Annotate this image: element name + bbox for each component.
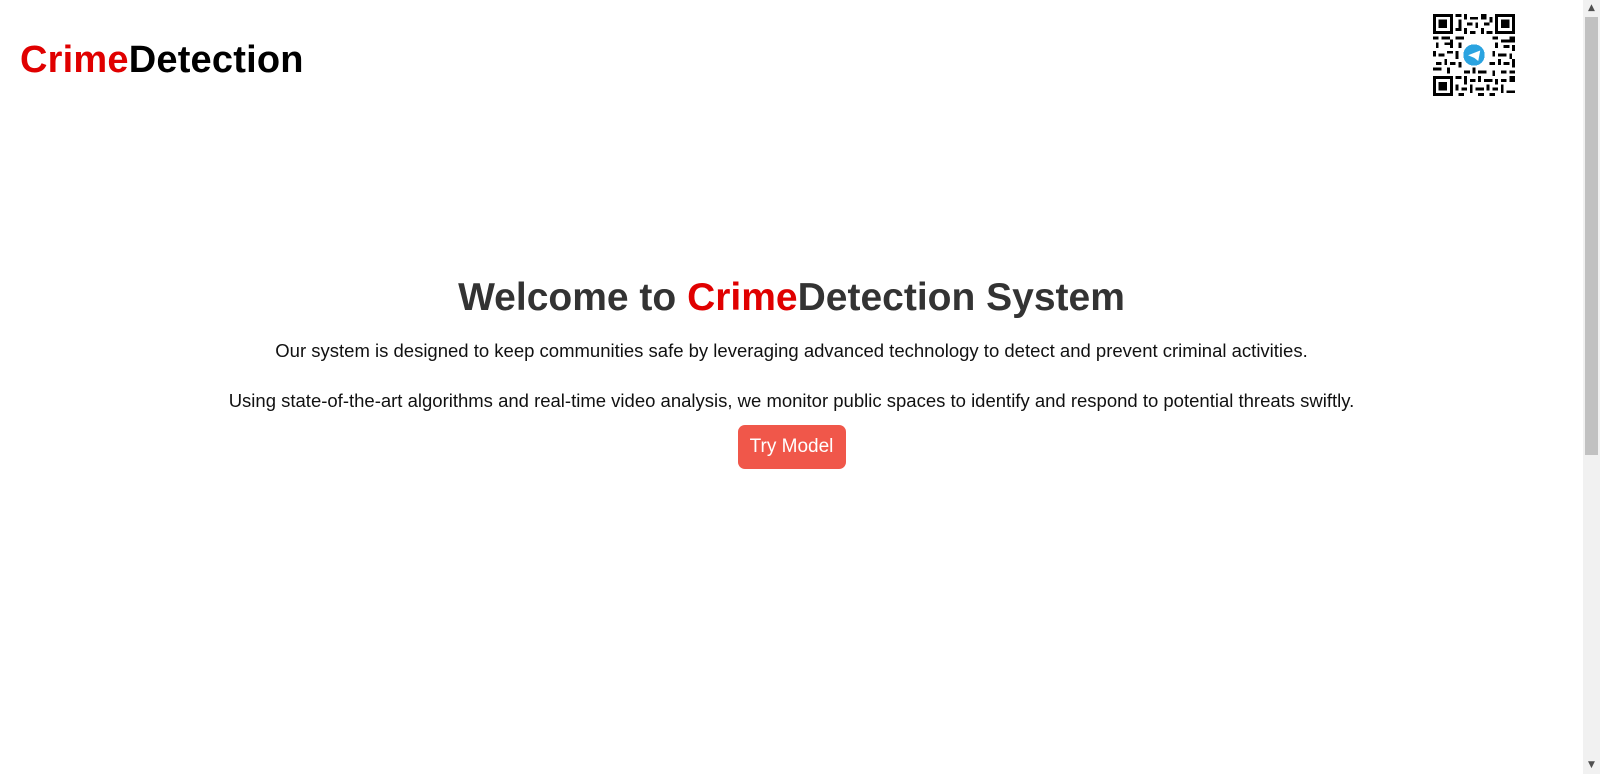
hero-title-prefix: Welcome to	[458, 276, 688, 319]
try-model-button[interactable]: Try Model	[737, 425, 846, 469]
logo-text: Detection	[128, 39, 304, 81]
vertical-scrollbar[interactable]: ▲ ▼	[1583, 0, 1600, 774]
logo-accent-text: Crime	[20, 39, 129, 81]
scroll-down-arrow-icon[interactable]: ▼	[1583, 757, 1600, 774]
page: CrimeDetection Welcome to CrimeDetection…	[0, 0, 1600, 774]
scrollbar-thumb[interactable]	[1585, 17, 1598, 455]
scroll-up-arrow-icon[interactable]: ▲	[1583, 0, 1600, 17]
hero-section: Welcome to CrimeDetection System Our sys…	[0, 270, 1583, 469]
hero-title-accent: Crime	[687, 276, 798, 319]
hero-paragraph-intro: Our system is designed to keep communiti…	[275, 340, 1308, 361]
hero-title-suffix: Detection System	[797, 276, 1125, 319]
hero-paragraph-details: Using state-of-the-art algorithms and re…	[228, 390, 1355, 411]
hero-title: Welcome to CrimeDetection System	[0, 270, 1583, 326]
qr-code-icon	[1433, 14, 1515, 96]
site-logo[interactable]: CrimeDetection	[20, 38, 304, 82]
